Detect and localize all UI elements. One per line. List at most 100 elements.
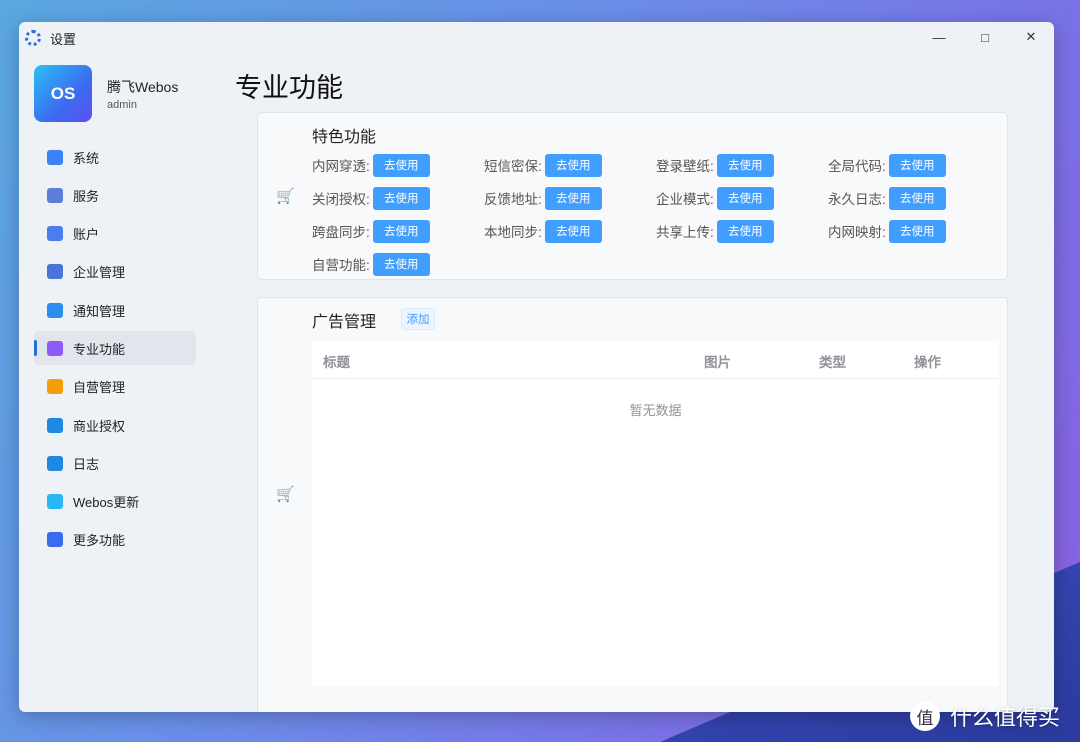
use-button[interactable]: 去使用 (716, 153, 774, 177)
sidebar-item-3[interactable]: 企业管理 (34, 255, 196, 289)
feature-label: 跨盘同步: (312, 225, 370, 240)
ads-table: 标题 图片 类型 操作 暂无数据 (312, 341, 999, 686)
sidebar-item-label: 自营管理 (73, 380, 126, 396)
sidebar-item-1[interactable]: 服务 (34, 178, 196, 212)
watermark-text: 什么值得买 (950, 705, 1061, 730)
sidebar-item-0[interactable]: 系统 (34, 140, 196, 174)
sidebar-item-label: 系统 (73, 150, 100, 166)
sidebar-item-label: 账户 (73, 227, 100, 243)
sidebar-item-label: 服务 (73, 188, 100, 204)
medal-icon (47, 340, 63, 356)
list-icon (47, 532, 63, 548)
feature-item: 共享上传: 去使用 (656, 219, 828, 243)
feature-label: 内网映射: (828, 225, 886, 240)
sidebar-item-4[interactable]: 通知管理 (34, 293, 196, 327)
window-title: 设置 (50, 31, 77, 47)
use-button[interactable]: 去使用 (544, 219, 602, 243)
document-icon (47, 455, 63, 471)
feature-item: 短信密保: 去使用 (484, 153, 656, 177)
business-user-icon (47, 264, 63, 280)
feature-item: 登录壁纸: 去使用 (656, 153, 828, 177)
use-button[interactable]: 去使用 (372, 219, 430, 243)
feature-item: 本地同步: 去使用 (484, 219, 656, 243)
sidebar-item-label: 通知管理 (73, 303, 126, 319)
column-image: 图片 (704, 355, 731, 370)
bell-icon (47, 302, 63, 318)
use-button[interactable]: 去使用 (372, 153, 430, 177)
sidebar-item-10[interactable]: 更多功能 (34, 523, 196, 557)
sidebar-item-2[interactable]: 账户 (34, 217, 196, 251)
cart-icon: 🛒 (276, 486, 295, 503)
feature-label: 内网穿透: (312, 159, 370, 174)
page-title: 专业功能 (235, 73, 343, 103)
ads-title: 广告管理 (312, 314, 377, 331)
use-button[interactable]: 去使用 (888, 186, 946, 210)
feature-item: 自营功能: 去使用 (312, 252, 484, 276)
use-button[interactable]: 去使用 (716, 186, 774, 210)
feature-label: 短信密保: (484, 159, 542, 174)
monitor-icon (47, 149, 63, 165)
feature-item: 反馈地址: 去使用 (484, 186, 656, 210)
sidebar-item-9[interactable]: Webos更新 (34, 485, 196, 519)
sidebar-item-label: 日志 (73, 456, 100, 472)
sidebar-item-5[interactable]: 专业功能 (34, 331, 196, 366)
column-actions: 操作 (914, 355, 941, 370)
feature-label: 企业模式: (656, 192, 714, 207)
sidebar-item-label: 更多功能 (73, 533, 126, 549)
column-type: 类型 (819, 355, 846, 370)
feature-item: 跨盘同步: 去使用 (312, 219, 484, 243)
use-button[interactable]: 去使用 (888, 219, 946, 243)
username: admin (107, 98, 137, 111)
feature-label: 登录壁纸: (656, 159, 714, 174)
minimize-button[interactable]: — (916, 22, 962, 52)
server-icon (47, 187, 63, 203)
refresh-globe-icon (47, 494, 63, 510)
maximize-button[interactable]: □ (962, 22, 1008, 52)
cart-icon: 🛒 (276, 188, 295, 205)
feature-item: 企业模式: 去使用 (656, 186, 828, 210)
card-stack-icon (47, 379, 63, 395)
feature-label: 永久日志: (828, 192, 886, 207)
feature-item: 关闭授权: 去使用 (312, 186, 484, 210)
add-button[interactable]: 添加 (401, 308, 435, 330)
user-edit-icon (47, 226, 63, 242)
use-button[interactable]: 去使用 (888, 153, 946, 177)
profile: OS 腾飞Webos admin (34, 65, 178, 122)
feature-item: 内网映射: 去使用 (828, 219, 1000, 243)
feature-label: 本地同步: (484, 225, 542, 240)
sidebar-item-label: 商业授权 (73, 418, 126, 434)
feature-item: 永久日志: 去使用 (828, 186, 1000, 210)
app-logo: OS (34, 65, 92, 122)
feature-label: 自营功能: (312, 258, 370, 273)
title-bar: 设置 (19, 22, 1054, 54)
table-header: 标题 图片 类型 操作 (312, 341, 999, 379)
empty-text: 暂无数据 (629, 403, 682, 418)
features-title: 特色功能 (312, 129, 377, 146)
feature-label: 关闭授权: (312, 192, 370, 207)
sidebar-item-6[interactable]: 自营管理 (34, 370, 196, 404)
feature-label: 反馈地址: (484, 192, 542, 207)
use-button[interactable]: 去使用 (716, 219, 774, 243)
feature-item: 全局代码: 去使用 (828, 153, 1000, 177)
use-button[interactable]: 去使用 (544, 153, 602, 177)
app-name: 腾飞Webos (107, 78, 179, 95)
credit-card-icon (47, 417, 63, 433)
feature-label: 全局代码: (828, 159, 886, 174)
feature-item: 内网穿透: 去使用 (312, 153, 484, 177)
ads-card: 🛒 广告管理 添加 标题 图片 类型 操作 暂无数据 (257, 297, 1008, 712)
column-title: 标题 (323, 355, 350, 370)
features-card: 🛒 特色功能 内网穿透: 去使用 短信密保: 去使用 登录壁纸: 去使用 全局代码: 去使用关… (257, 112, 1008, 280)
sidebar-item-label: 专业功能 (73, 341, 126, 357)
feature-label: 共享上传: (656, 225, 714, 240)
watermark-badge: 值 (910, 701, 940, 731)
sidebar: 系统服务账户企业管理通知管理专业功能自营管理商业授权日志 Webos更新 更多功能 (34, 140, 196, 561)
sidebar-item-8[interactable]: 日志 (34, 446, 196, 480)
use-button[interactable]: 去使用 (372, 252, 430, 276)
use-button[interactable]: 去使用 (372, 186, 430, 210)
use-button[interactable]: 去使用 (544, 186, 602, 210)
gear-icon (25, 30, 41, 46)
close-button[interactable]: ✕ (1008, 22, 1054, 52)
sidebar-item-label: Webos更新 (73, 495, 140, 511)
watermark: 值 什么值得买 (910, 700, 1060, 732)
sidebar-item-7[interactable]: 商业授权 (34, 408, 196, 442)
